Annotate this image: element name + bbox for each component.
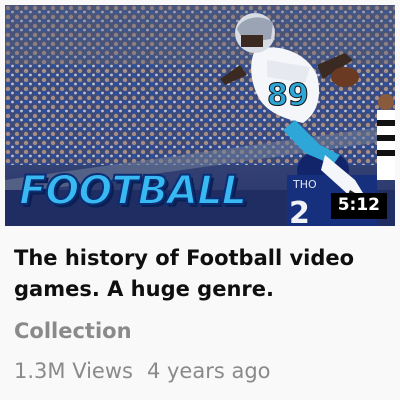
- channel-name[interactable]: Collection: [14, 319, 132, 343]
- video-thumbnail[interactable]: THO 2 89 FOOTBALL 5:12: [5, 5, 395, 226]
- thumbnail-title-text: FOOTBALL: [18, 168, 248, 214]
- svg-text:2: 2: [289, 196, 310, 226]
- video-title[interactable]: The history of Football video games. A h…: [14, 243, 390, 305]
- view-count: 1.3M Views: [14, 359, 133, 383]
- duration-badge: 5:12: [330, 193, 387, 219]
- upload-age: 4 years ago: [146, 359, 271, 383]
- svg-text:89: 89: [267, 78, 309, 113]
- video-metadata: 1.3M Views 4 years ago: [14, 359, 271, 383]
- svg-text:THO: THO: [292, 178, 317, 191]
- video-card[interactable]: THO 2 89 FOOTBALL 5:12 The history of Fo…: [0, 0, 400, 400]
